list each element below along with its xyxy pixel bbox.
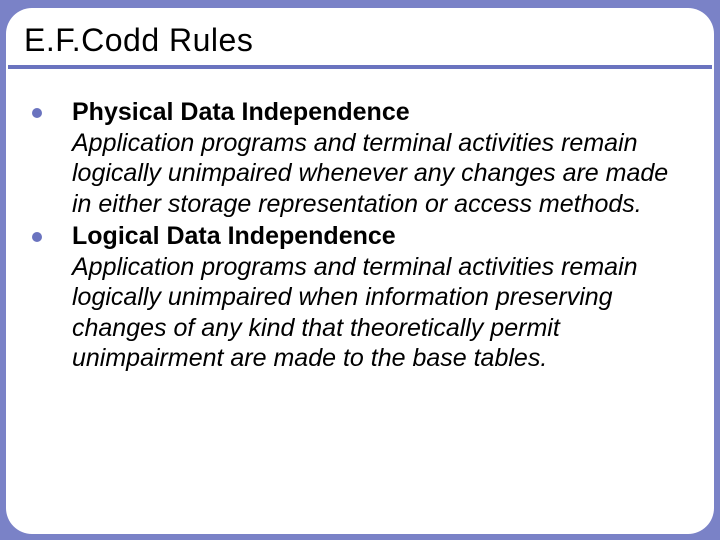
list-item: Physical Data Independence Application p…: [28, 97, 694, 219]
rule-heading: Logical Data Independence: [72, 222, 396, 250]
bullet-icon: [32, 108, 42, 118]
rule-heading: Physical Data Independence: [72, 98, 410, 126]
rule-description: Application programs and terminal activi…: [72, 129, 668, 218]
rule-text: Logical Data Independence Application pr…: [72, 221, 694, 374]
slide-title: E.F.Codd Rules: [24, 22, 696, 59]
rule-description: Application programs and terminal activi…: [72, 253, 638, 373]
slide-card: E.F.Codd Rules Physical Data Independenc…: [6, 8, 714, 534]
list-item: Logical Data Independence Application pr…: [28, 221, 694, 374]
rule-text: Physical Data Independence Application p…: [72, 97, 694, 219]
slide-body: Physical Data Independence Application p…: [6, 69, 714, 386]
bullet-icon: [32, 232, 42, 242]
title-bar: E.F.Codd Rules: [8, 8, 712, 69]
